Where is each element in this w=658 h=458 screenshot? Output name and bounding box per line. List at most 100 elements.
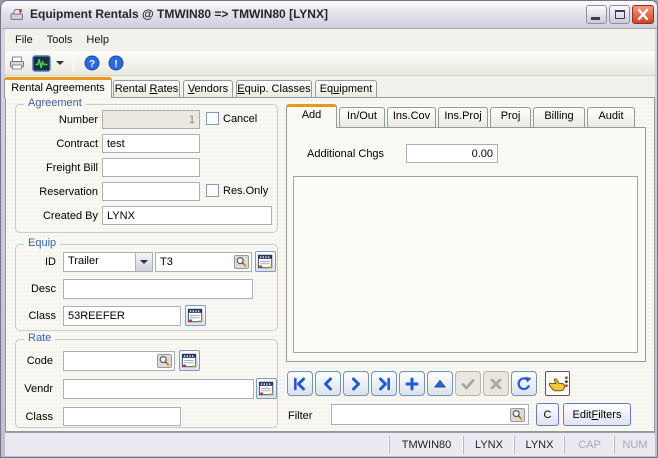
menu-tools[interactable]: Tools xyxy=(40,31,80,49)
toolbar: ? ! xyxy=(5,51,655,76)
rate-legend: Rate xyxy=(24,332,56,344)
minimize-button[interactable] xyxy=(586,5,607,24)
rate-vendr-label: Vendr xyxy=(24,383,53,395)
equip-class-field[interactable] xyxy=(63,306,181,326)
filter-input[interactable] xyxy=(331,404,529,425)
magnifier-icon xyxy=(157,354,172,368)
nav-last-button[interactable] xyxy=(371,371,397,396)
filter-label: Filter xyxy=(288,410,313,422)
edit-filters-button[interactable]: Edit Filters xyxy=(563,403,631,426)
number-label: Number xyxy=(58,114,98,126)
close-button[interactable] xyxy=(632,5,654,24)
window-title: Equipment Rentals @ TMWIN80 => TMWIN80 [… xyxy=(30,7,328,21)
rate-class-field[interactable] xyxy=(63,407,181,426)
clear-filter-button[interactable]: C xyxy=(536,403,559,426)
equip-unit-lookup-button[interactable] xyxy=(234,255,249,269)
menu-file[interactable]: File xyxy=(8,31,40,49)
reservation-field[interactable] xyxy=(102,182,200,201)
monitor-waveform-icon xyxy=(31,54,51,72)
about-button[interactable]: ! xyxy=(104,53,128,74)
up-triangle-icon xyxy=(433,379,447,387)
rate-vendr-detail-button[interactable] xyxy=(256,378,277,399)
combo-drop-button[interactable] xyxy=(135,253,152,271)
minimize-icon xyxy=(591,17,600,20)
monitor-dropdown-button[interactable] xyxy=(53,53,67,74)
rate-code-label: Code xyxy=(26,355,53,367)
equip-class-detail-button[interactable] xyxy=(185,305,206,326)
nav-top-button[interactable] xyxy=(427,371,453,396)
tab-equipment[interactable]: Equipment xyxy=(315,80,377,97)
equip-type-combo[interactable]: Trailer xyxy=(63,252,153,272)
rate-vendr-field[interactable] xyxy=(63,379,254,399)
print-button[interactable] xyxy=(5,53,29,74)
tab-rental-rates[interactable]: Rental Rates xyxy=(113,80,180,97)
additional-chgs-label: Additional Chgs xyxy=(307,148,385,160)
nav-previous-button[interactable] xyxy=(315,371,341,396)
equip-unit-detail-button[interactable] xyxy=(255,251,276,272)
help-button[interactable]: ? xyxy=(80,53,104,74)
maximize-button[interactable] xyxy=(609,5,630,24)
created-by-label: Created By xyxy=(42,210,98,222)
status-num-lock: NUM xyxy=(614,436,655,454)
check-icon xyxy=(461,378,475,389)
equip-class-label: Class xyxy=(28,310,56,322)
title-bar[interactable]: Equipment Rentals @ TMWIN80 => TMWIN80 [… xyxy=(2,1,657,29)
last-record-icon xyxy=(379,377,390,390)
filter-lookup-button[interactable] xyxy=(510,408,525,422)
nav-cancel-button[interactable] xyxy=(483,371,509,396)
menu-help[interactable]: Help xyxy=(79,31,116,49)
subtab-ins-proj[interactable]: Ins.Proj xyxy=(438,107,488,127)
subtab-add[interactable]: Add xyxy=(286,104,337,128)
subtab-audit[interactable]: Audit xyxy=(587,107,635,127)
notepad-icon xyxy=(181,353,197,368)
rate-code-detail-button[interactable] xyxy=(179,350,200,371)
notepad-icon xyxy=(258,381,274,396)
number-field[interactable] xyxy=(102,110,200,129)
info-icon: ! xyxy=(108,55,124,71)
equip-desc-field[interactable] xyxy=(63,279,253,299)
status-user: LYNX xyxy=(514,436,564,454)
status-company: LYNX xyxy=(463,436,514,454)
nav-first-button[interactable] xyxy=(287,371,313,396)
tab-rental-agreements[interactable]: Rental Agreements xyxy=(4,77,112,98)
monitor-button[interactable] xyxy=(29,53,53,74)
nav-add-button[interactable] xyxy=(399,371,425,396)
res-only-checkbox[interactable] xyxy=(206,184,219,197)
res-only-label: Res.Only xyxy=(223,185,269,197)
next-record-icon xyxy=(352,377,360,390)
previous-record-icon xyxy=(324,377,332,390)
rate-code-lookup-button[interactable] xyxy=(157,354,172,368)
chevron-down-icon xyxy=(56,61,64,65)
contract-label: Contract xyxy=(56,138,98,150)
created-by-field[interactable] xyxy=(102,206,272,225)
nav-next-button[interactable] xyxy=(343,371,369,396)
subtab-in-out[interactable]: In/Out xyxy=(339,107,385,127)
contract-field[interactable] xyxy=(102,134,200,153)
svg-text:?: ? xyxy=(89,59,95,70)
tab-vendors[interactable]: Vendors xyxy=(183,80,233,97)
cancel-label: Cancel xyxy=(223,113,258,125)
magnifier-icon xyxy=(234,255,249,269)
subtab-ins-cov[interactable]: Ins.Cov xyxy=(387,107,436,127)
hand-pointer-button[interactable] xyxy=(545,371,570,396)
charges-listbox[interactable] xyxy=(293,176,638,353)
status-system: TMWIN80 xyxy=(389,436,463,454)
subtab-billing[interactable]: Billing xyxy=(533,107,585,127)
equip-legend: Equip xyxy=(24,237,61,249)
notepad-icon xyxy=(257,254,273,269)
notepad-icon xyxy=(187,308,203,323)
magnifier-icon xyxy=(510,408,525,422)
freight-bill-field[interactable] xyxy=(102,158,200,177)
menu-bar: File Tools Help xyxy=(5,29,655,51)
equip-type-value: Trailer xyxy=(68,255,99,267)
additional-chgs-field[interactable] xyxy=(406,144,498,163)
hand-pointer-icon xyxy=(548,376,568,391)
maximize-icon xyxy=(615,10,625,19)
nav-accept-button[interactable] xyxy=(455,371,481,396)
refresh-icon xyxy=(517,376,532,390)
cancel-checkbox[interactable] xyxy=(206,112,219,125)
subtab-proj[interactable]: Proj xyxy=(490,107,531,127)
nav-refresh-button[interactable] xyxy=(511,371,537,396)
help-icon: ? xyxy=(84,55,100,71)
tab-equip-classes[interactable]: Equip. Classes xyxy=(236,80,312,97)
